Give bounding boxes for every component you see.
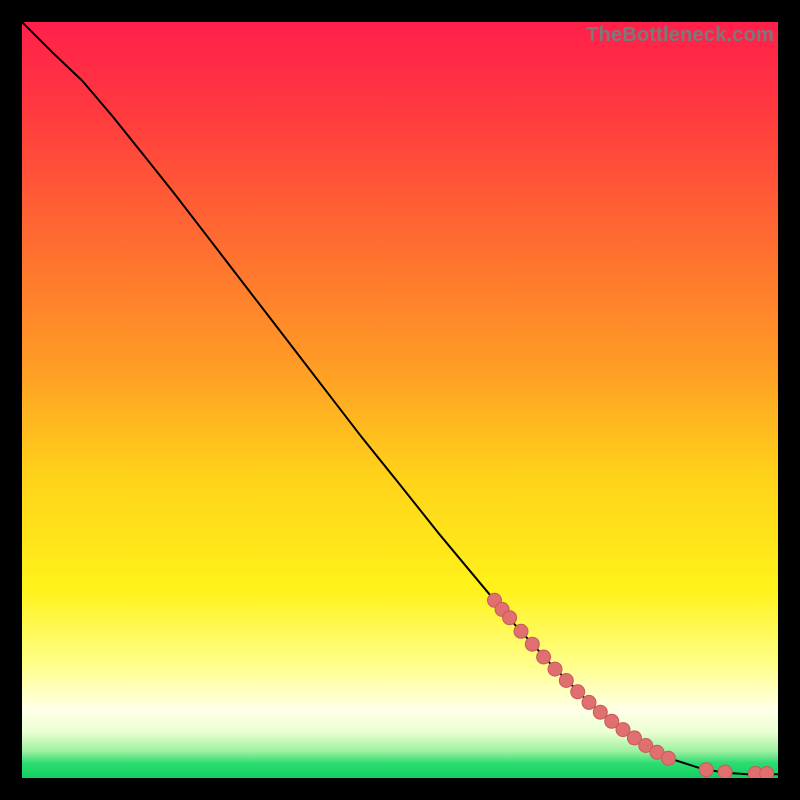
data-marker <box>571 685 585 699</box>
data-marker <box>593 705 607 719</box>
gradient-background <box>22 22 778 778</box>
data-marker <box>699 763 713 777</box>
data-marker <box>718 765 732 778</box>
data-marker <box>582 695 596 709</box>
data-marker <box>503 611 517 625</box>
data-marker <box>559 674 573 688</box>
data-marker <box>661 751 675 765</box>
data-marker <box>537 650 551 664</box>
data-marker <box>760 767 774 779</box>
chart-plot <box>22 22 778 778</box>
data-marker <box>514 624 528 638</box>
data-marker <box>548 662 562 676</box>
chart-frame: TheBottleneck.com <box>22 22 778 778</box>
watermark-text: TheBottleneck.com <box>586 24 774 47</box>
data-marker <box>525 637 539 651</box>
